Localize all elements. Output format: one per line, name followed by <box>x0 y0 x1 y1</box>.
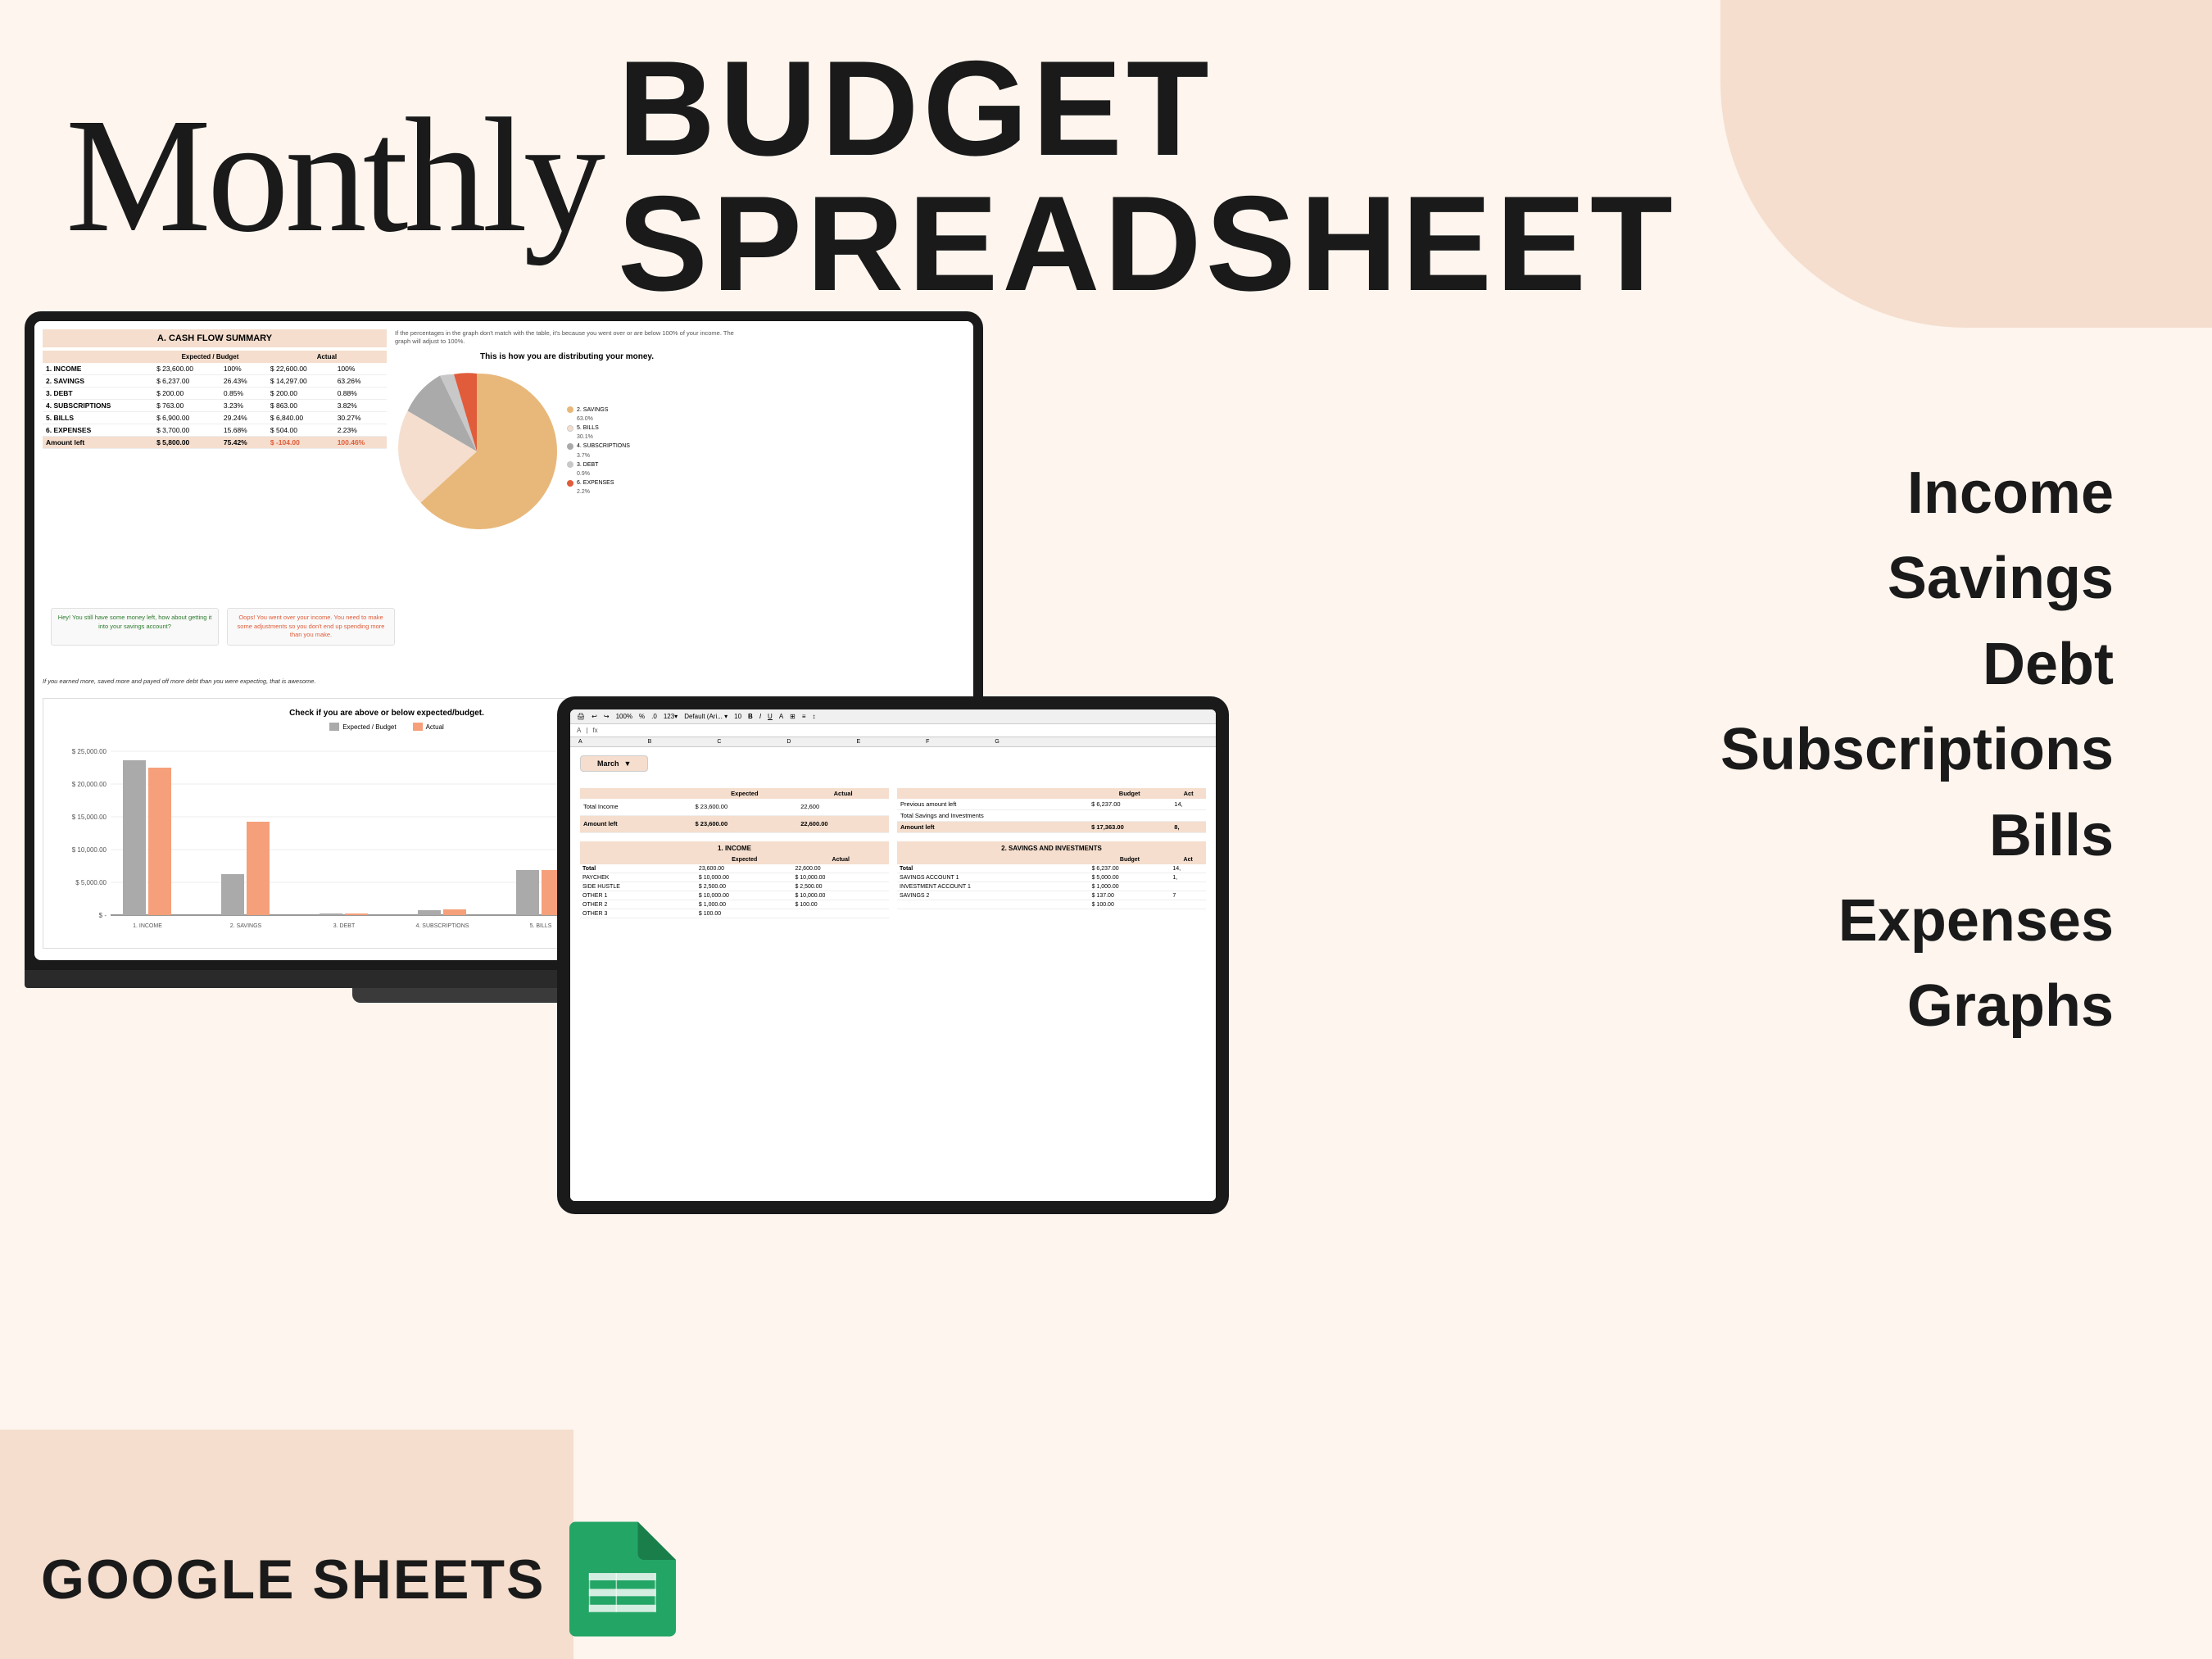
tablet-inner: 🖨 ↩ ↪ 100% % .0 123▾ Default (Ari... ▾ 1… <box>570 709 1216 1201</box>
table-row: SIDE HUSTLE $ 2,500.00 $ 2,500.00 <box>580 882 889 891</box>
legend-swatch-actual <box>413 723 423 731</box>
toolbar-icon-undo: ↪ <box>604 713 610 720</box>
savings-section: 2. SAVINGS AND INVESTMENTS Budget Act <box>897 841 1206 918</box>
month-value: March <box>597 759 619 768</box>
dropdown-arrow-icon: ▼ <box>624 759 632 768</box>
table-row: Total Income $ 23,600.00 22,600 <box>580 799 889 815</box>
table-row: Total 23,600.00 22,600.00 <box>580 864 889 873</box>
feature-expenses: Expenses <box>1720 878 2114 963</box>
legend-actual: Actual <box>413 723 444 731</box>
toolbar-icon-redo: ↩ <box>592 713 597 720</box>
title-script: Monthly <box>66 94 601 258</box>
table-row: 6. EXPENSES $ 3,700.0015.68% $ 504.002.2… <box>43 424 387 437</box>
table-row: Total Savings and Investments <box>897 810 1206 822</box>
amount-left-row: Amount left $ 5,800.00 75.42% $ -104.00 … <box>43 437 387 449</box>
table-row: SAVINGS 2 $ 137.00 7 <box>897 891 1206 900</box>
table-row: Previous amount left $ 6,237.00 14, <box>897 799 1206 810</box>
pie-title: This is how you are distributing your mo… <box>395 352 739 361</box>
table-row: OTHER 3 $ 100.00 <box>580 909 889 918</box>
savings-table: Budget Act Total $ 6,237.00 14, <box>897 855 1206 909</box>
legend-item-subscriptions: 4. SUBSCRIPTIONS <box>567 442 630 451</box>
summary-table-right: Budget Act Previous amount left $ 6,237.… <box>897 788 1206 833</box>
legend-swatch-expected <box>329 723 339 731</box>
tablet-formula-bar: A|fx <box>570 724 1216 737</box>
svg-text:$ 5,000.00: $ 5,000.00 <box>75 879 107 886</box>
svg-text:$ 25,000.00: $ 25,000.00 <box>72 748 107 755</box>
summary-table-left: Expected Actual Total Income $ 23,600.00… <box>580 788 889 833</box>
legend-item-bills: 5. BILLS <box>567 424 630 433</box>
column-headers: ABCDEFG <box>570 737 1216 747</box>
table-row: OTHER 2 $ 1,000.00 $ 100.00 <box>580 900 889 909</box>
title-bold: BUDGET SPREADSHEET <box>618 41 2146 311</box>
income-section: 1. INCOME Expected Actual <box>580 841 889 918</box>
table-row: $ 100.00 <box>897 900 1206 909</box>
feature-graphs: Graphs <box>1720 963 2114 1049</box>
toolbar-zoom: 100% <box>616 713 632 720</box>
pie-legend: 2. SAVINGS 63.0% 5. BILLS 30.1% 4. SUBSC… <box>567 406 630 497</box>
income-table: Expected Actual Total 23,600.00 22,600.0… <box>580 855 889 918</box>
feature-list: Income Savings Debt Subscriptions Bills … <box>1720 451 2114 1049</box>
pie-chart-section: If the percentages in the graph don't ma… <box>395 329 739 533</box>
svg-text:$ 15,000.00: $ 15,000.00 <box>72 814 107 821</box>
svg-text:5. BILLS: 5. BILLS <box>530 923 552 929</box>
feature-subscriptions: Subscriptions <box>1720 707 2114 792</box>
table-row: 3. DEBT $ 200.000.85% $ 200.000.88% <box>43 388 387 400</box>
svg-text:1. INCOME: 1. INCOME <box>133 923 162 929</box>
tablet-spreadsheet: 🖨 ↩ ↪ 100% % .0 123▾ Default (Ari... ▾ 1… <box>570 709 1216 1201</box>
legend-item-savings: 2. SAVINGS <box>567 406 630 415</box>
tablet-outer: 🖨 ↩ ↪ 100% % .0 123▾ Default (Ari... ▾ 1… <box>557 696 1229 1214</box>
table-row: OTHER 1 $ 10,000.00 $ 10,000.00 <box>580 891 889 900</box>
positive-message: Hey! You still have some money left, how… <box>51 608 219 646</box>
feature-savings: Savings <box>1720 536 2114 621</box>
amount-left-row: Amount left $ 17,363.00 8, <box>897 822 1206 833</box>
legend-expected: Expected / Budget <box>329 723 396 731</box>
table-row: INVESTMENT ACCOUNT 1 $ 1,000.00 <box>897 882 1206 891</box>
branding-area: GOOGLE SHEETS <box>41 1516 676 1643</box>
pie-chart-wrapper: 2. SAVINGS 63.0% 5. BILLS 30.1% 4. SUBSC… <box>395 369 739 533</box>
table-row: SAVINGS ACCOUNT 1 $ 5,000.00 1, <box>897 873 1206 882</box>
svg-text:$ 10,000.00: $ 10,000.00 <box>72 846 107 854</box>
table-row: 4. SUBSCRIPTIONS $ 763.003.23% $ 863.003… <box>43 400 387 412</box>
svg-text:$ 20,000.00: $ 20,000.00 <box>72 781 107 788</box>
pie-note: If the percentages in the graph don't ma… <box>395 329 739 346</box>
pie-chart-svg <box>395 369 559 533</box>
feature-bills: Bills <box>1720 793 2114 878</box>
svg-text:2. SAVINGS: 2. SAVINGS <box>230 923 262 929</box>
income-section-title: 1. INCOME <box>580 841 889 855</box>
negative-message: Oops! You went over your income. You nee… <box>227 608 395 646</box>
table-row: Total $ 6,237.00 14, <box>897 864 1206 873</box>
amount-left-row: Amount left $ 23,600.00 22,600.00 <box>580 815 889 832</box>
table-row: 5. BILLS $ 6,900.0029.24% $ 6,840.0030.2… <box>43 412 387 424</box>
legend-item-debt: 3. DEBT <box>567 460 630 469</box>
cash-flow-title: A. CASH FLOW SUMMARY <box>43 329 387 347</box>
message-boxes: Hey! You still have some money left, how… <box>51 608 395 646</box>
table-row: PAYCHEK $ 10,000.00 $ 10,000.00 <box>580 873 889 882</box>
header: Monthly BUDGET SPREADSHEET <box>66 41 2146 311</box>
table-row: 1. INCOME $ 23,600.00100% $ 22,600.00100… <box>43 363 387 375</box>
table-row: 2. SAVINGS $ 6,237.0026.43% $ 14,297.006… <box>43 375 387 388</box>
month-dropdown-container: March ▼ <box>580 755 1206 780</box>
bottom-note: If you earned more, saved more and payed… <box>43 678 387 685</box>
google-sheets-icon <box>569 1516 676 1643</box>
svg-text:$ -: $ - <box>99 912 107 919</box>
tablet-sections-grid: 1. INCOME Expected Actual <box>580 841 1206 918</box>
toolbar-icon-print: 🖨 <box>577 713 585 720</box>
cash-flow-section: A. CASH FLOW SUMMARY Expected / Budget A… <box>43 329 387 449</box>
month-dropdown[interactable]: March ▼ <box>580 755 648 772</box>
tablet-summary-grid: Expected Actual Total Income $ 23,600.00… <box>580 788 1206 833</box>
google-sheets-label: GOOGLE SHEETS <box>41 1548 545 1611</box>
tablet-sheet-content: March ▼ Expected Actual <box>570 747 1216 927</box>
feature-debt: Debt <box>1720 622 2114 707</box>
svg-text:3. DEBT: 3. DEBT <box>333 923 356 929</box>
tablet-toolbar: 🖨 ↩ ↪ 100% % .0 123▾ Default (Ari... ▾ 1… <box>570 709 1216 724</box>
tablet-mockup: 🖨 ↩ ↪ 100% % .0 123▾ Default (Ari... ▾ 1… <box>557 696 1229 1214</box>
savings-section-title: 2. SAVINGS AND INVESTMENTS <box>897 841 1206 855</box>
legend-item-expenses: 6. EXPENSES <box>567 478 630 487</box>
cash-flow-table: Expected / Budget Actual 1. INCOME $ 23,… <box>43 351 387 449</box>
feature-income: Income <box>1720 451 2114 536</box>
svg-text:4. SUBSCRIPTIONS: 4. SUBSCRIPTIONS <box>416 923 469 929</box>
